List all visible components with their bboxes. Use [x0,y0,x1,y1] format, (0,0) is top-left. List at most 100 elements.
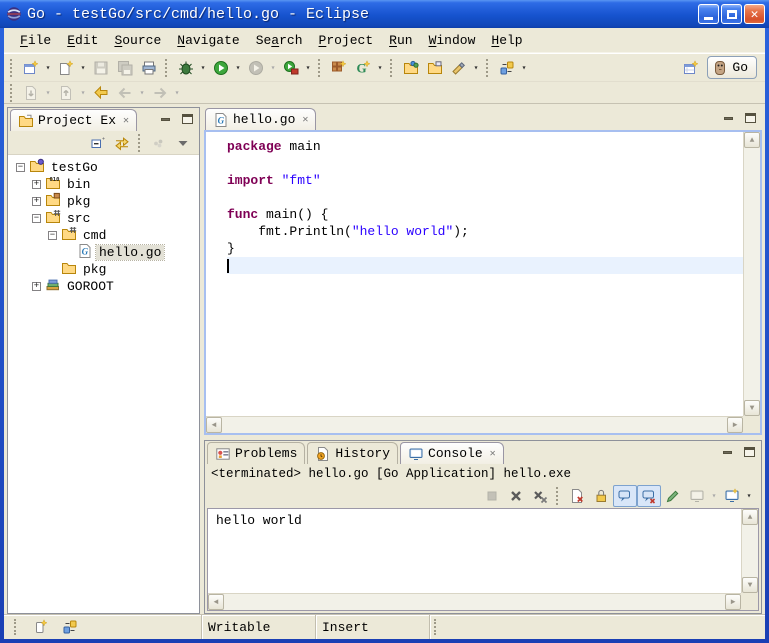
view-menu-button[interactable] [171,132,195,154]
tab-project-explorer[interactable]: Project Ex ✕ [10,109,137,131]
new-file-button[interactable] [54,57,78,79]
editor-vertical-scrollbar[interactable]: ▲ ▼ [743,132,760,416]
link-with-editor-button[interactable] [110,132,134,154]
console-maximize-button[interactable] [741,445,757,459]
launch-sync-status-button[interactable] [58,616,82,638]
scroll-up-icon[interactable]: ▲ [742,509,758,525]
scroll-down-icon[interactable]: ▼ [744,400,760,416]
launch-sync-button-dropdown[interactable]: ▾ [519,57,529,79]
tree-expander-plus[interactable]: + [32,282,41,291]
tab-console-close-icon[interactable]: ✕ [490,448,496,460]
toolbar-grip[interactable] [556,487,561,505]
tab-console[interactable]: Console✕ [400,442,504,464]
tree-item-goroot[interactable]: +GOROOT [8,278,199,295]
tree-item-cmd[interactable]: −cmd [8,227,199,244]
toolbar-grip[interactable] [486,59,491,77]
clear-console-button[interactable] [565,485,589,507]
editor-minimize-button[interactable] [720,111,736,125]
status-grip[interactable] [14,619,18,635]
tab-history[interactable]: History [307,442,398,464]
new-file-button-dropdown[interactable]: ▾ [78,57,88,79]
last-edit-location-button[interactable] [89,82,113,104]
search-button[interactable] [447,57,471,79]
tree-item-pkg[interactable]: pkg [8,261,199,278]
external-tools-button-dropdown[interactable]: ▾ [303,57,313,79]
tree-expander-minus[interactable]: − [32,214,41,223]
code-editor[interactable]: package mainimport "fmt"func main() { fm… [206,132,743,416]
scroll-left-icon[interactable]: ◄ [208,594,224,610]
go-perspective-button[interactable]: Go [707,56,757,79]
toolbar-grip[interactable] [10,59,15,77]
debug-button[interactable] [174,57,198,79]
menu-edit[interactable]: Edit [59,31,106,50]
open-perspective-button[interactable] [679,57,703,79]
editor-maximize-button[interactable] [742,111,758,125]
menu-file[interactable]: File [12,31,59,50]
open-console-button[interactable] [720,485,744,507]
console-vertical-scrollbar[interactable]: ▲ ▼ [741,509,758,593]
scroll-right-icon[interactable]: ► [725,594,741,610]
new-wizard-button[interactable] [19,57,43,79]
menu-project[interactable]: Project [311,31,382,50]
menu-help[interactable]: Help [483,31,530,50]
open-console-button-dropdown[interactable]: ▾ [744,485,754,507]
launch-sync-button[interactable] [495,57,519,79]
tree-item-hello-go[interactable]: Ghello.go [8,244,199,261]
print-button[interactable] [137,57,161,79]
new-go-element-button[interactable]: G [351,57,375,79]
console-minimize-button[interactable] [719,445,735,459]
menu-source[interactable]: Source [106,31,169,50]
status-grip[interactable] [434,619,438,635]
scroll-up-icon[interactable]: ▲ [744,132,760,148]
debug-button-dropdown[interactable]: ▾ [198,57,208,79]
toolbar-grip[interactable] [165,59,170,77]
open-go-type-button[interactable] [399,57,423,79]
project-explorer-minimize-button[interactable] [157,112,173,126]
project-explorer-maximize-button[interactable] [179,112,195,126]
menu-navigate[interactable]: Navigate [169,31,247,50]
close-button[interactable]: ✕ [744,4,765,24]
tree-item-testgo[interactable]: −testGo [8,159,199,176]
minimize-button[interactable] [698,4,719,24]
tree-item-pkg[interactable]: +pkg [8,193,199,210]
editor-horizontal-scrollbar[interactable]: ◄ ► [206,416,743,433]
new-wizard-button-dropdown[interactable]: ▾ [43,57,53,79]
remove-launch-button[interactable] [504,485,528,507]
console-horizontal-scrollbar[interactable]: ◄ ► [208,593,741,610]
toolbar-grip[interactable] [318,59,323,77]
toolbar-grip[interactable] [138,134,143,152]
scroll-right-icon[interactable]: ► [727,417,743,433]
maximize-button[interactable] [721,4,742,24]
menu-search[interactable]: Search [248,31,311,50]
tab-problems[interactable]: Problems [207,442,305,464]
project-explorer-close-icon[interactable]: ✕ [123,115,129,127]
title-bar[interactable]: Go - testGo/src/cmd/hello.go - Eclipse ✕ [0,0,769,28]
tree-item-bin[interactable]: +010bin [8,176,199,193]
scroll-lock-button[interactable] [589,485,613,507]
menu-window[interactable]: Window [421,31,484,50]
collapse-all-button[interactable] [86,132,110,154]
run-button-dropdown[interactable]: ▾ [233,57,243,79]
new-go-element-button-dropdown[interactable]: ▾ [375,57,385,79]
open-resource-button[interactable] [423,57,447,79]
tree-item-src[interactable]: −src [8,210,199,227]
fast-view-button[interactable] [28,616,52,638]
toolbar-grip[interactable] [390,59,395,77]
show-stdout-button[interactable] [613,485,637,507]
new-go-package-button[interactable] [327,57,351,79]
toolbar-grip[interactable] [10,84,15,102]
run-button[interactable] [209,57,233,79]
tree-expander-plus[interactable]: + [32,180,41,189]
search-button-dropdown[interactable]: ▾ [471,57,481,79]
tree-expander-minus[interactable]: − [16,163,25,172]
tab-hello-go[interactable]: G hello.go ✕ [205,108,316,130]
remove-all-launches-button[interactable] [528,485,552,507]
menu-run[interactable]: Run [381,31,420,50]
pin-console-button[interactable] [661,485,685,507]
editor-tab-close-icon[interactable]: ✕ [302,114,308,126]
tree-expander-plus[interactable]: + [32,197,41,206]
console-output[interactable]: hello world [208,509,741,593]
scroll-down-icon[interactable]: ▼ [742,577,758,593]
show-stderr-button[interactable] [637,485,661,507]
scroll-left-icon[interactable]: ◄ [206,417,222,433]
